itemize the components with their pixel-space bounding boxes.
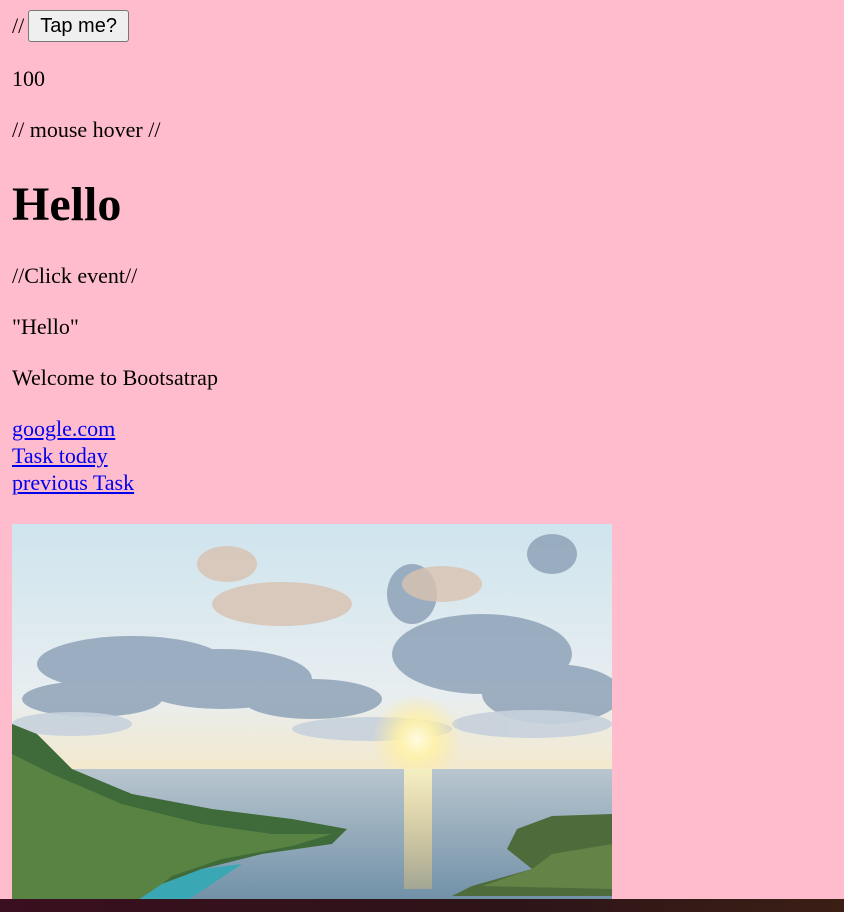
previous-task-link[interactable]: previous Task xyxy=(12,469,134,496)
bottom-bar xyxy=(0,899,844,912)
quoted-hello-text: "Hello" xyxy=(12,314,79,339)
sunset-bay-illustration xyxy=(12,524,612,904)
google-link[interactable]: google.com xyxy=(12,415,115,442)
hello-heading: Hello xyxy=(12,178,122,231)
counter-value: 100 xyxy=(12,66,45,91)
welcome-text: Welcome to Bootsatrap xyxy=(12,365,218,390)
click-event-text[interactable]: //Click event// xyxy=(12,262,137,290)
tap-prefix-text: // xyxy=(12,13,25,38)
sunset-bay-image xyxy=(12,524,612,904)
mouse-hover-text[interactable]: // mouse hover // xyxy=(12,116,160,144)
task-today-link[interactable]: Task today xyxy=(12,442,108,469)
link-list: google.com Task today previous Task xyxy=(12,415,134,496)
tap-me-button[interactable]: Tap me? xyxy=(28,10,129,42)
tap-row: //Tap me? xyxy=(12,10,129,42)
